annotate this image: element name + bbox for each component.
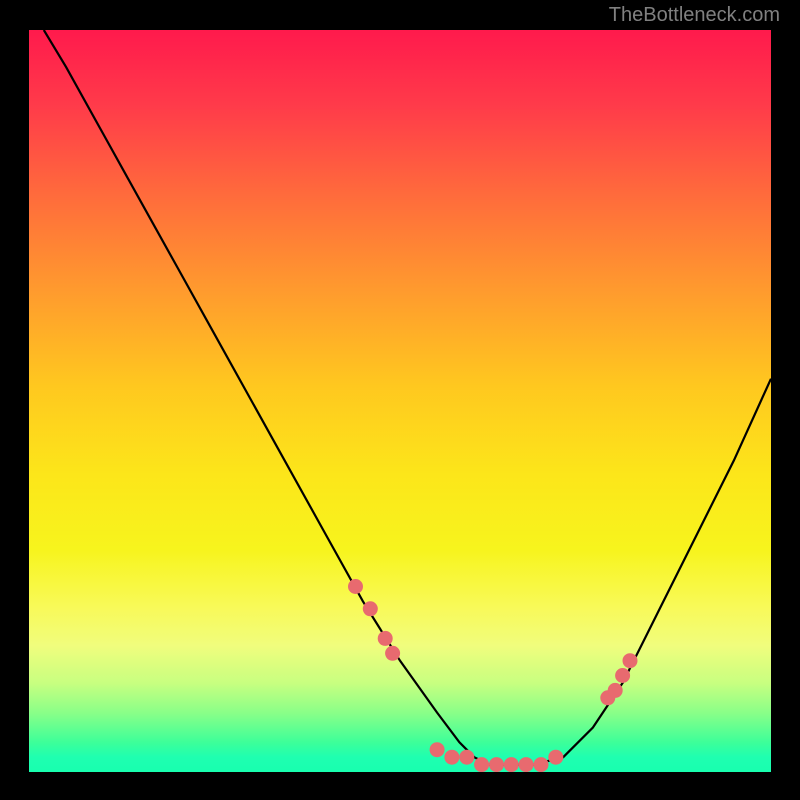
data-point <box>363 601 378 616</box>
curve-line <box>44 30 771 765</box>
data-point <box>444 750 459 765</box>
watermark-text: TheBottleneck.com <box>609 4 780 27</box>
data-point <box>504 757 519 772</box>
data-points <box>348 579 638 772</box>
data-point <box>474 757 489 772</box>
data-point <box>378 631 393 646</box>
data-point <box>519 757 534 772</box>
data-point <box>348 579 363 594</box>
data-point <box>623 653 638 668</box>
data-point <box>608 683 623 698</box>
chart-overlay <box>29 30 771 772</box>
data-point <box>385 646 400 661</box>
data-point <box>548 750 563 765</box>
data-point <box>615 668 630 683</box>
data-point <box>459 750 474 765</box>
data-point <box>489 757 504 772</box>
data-point <box>534 757 549 772</box>
data-point <box>430 742 445 757</box>
